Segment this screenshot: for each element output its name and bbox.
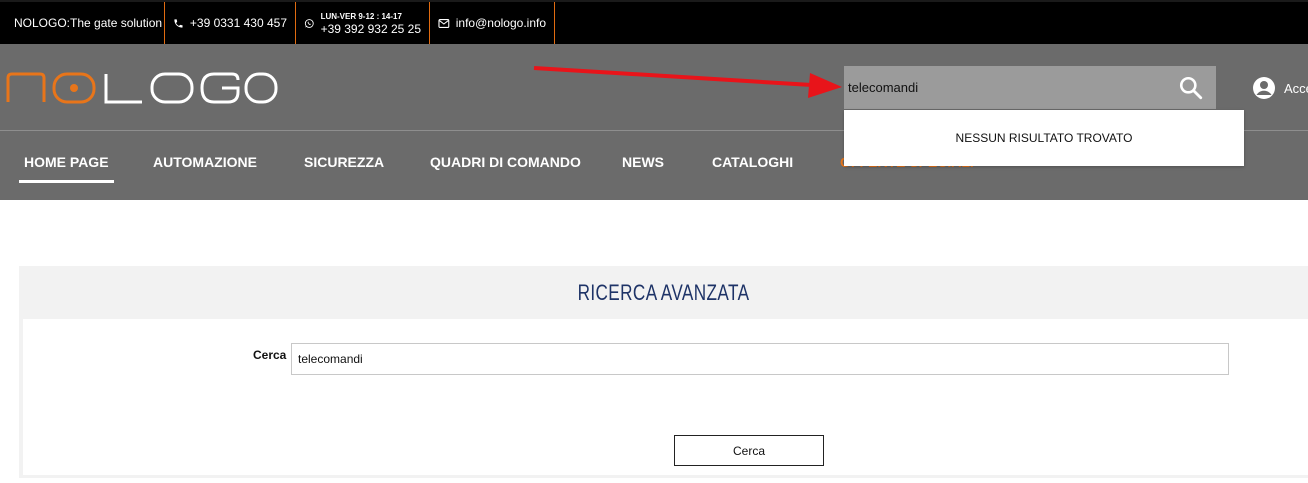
nav-automazione[interactable]: AUTOMAZIONE <box>153 144 257 180</box>
phone-number: +39 0331 430 457 <box>189 16 287 30</box>
phone-icon <box>174 18 183 28</box>
nav-cataloghi[interactable]: CATALOGHI <box>712 144 793 180</box>
advanced-search-section: RICERCA AVANZATA Cerca Cerca <box>19 266 1308 478</box>
whatsapp-icon <box>304 18 314 28</box>
account-link[interactable]: Acce <box>1252 76 1308 100</box>
nav-sicurezza[interactable]: SICUREZZA <box>304 144 384 180</box>
search-field-label: Cerca <box>253 348 287 362</box>
account-label: Acce <box>1284 80 1308 96</box>
email-contact[interactable]: info@nologo.info <box>430 2 555 44</box>
whatsapp-number: +39 392 932 25 25 <box>320 22 421 36</box>
email-address: info@nologo.info <box>455 16 546 30</box>
search-input[interactable] <box>844 66 1164 109</box>
user-icon <box>1253 77 1275 99</box>
mail-icon <box>438 18 450 28</box>
phone-contact[interactable]: +39 0331 430 457 <box>165 2 296 44</box>
logo-wordmark <box>6 72 278 104</box>
no-results-message: NESSUN RISULTATO TROVATO <box>955 131 1133 145</box>
tagline: NOLOGO:The gate solution <box>0 2 165 44</box>
nav-quadri-di-comando[interactable]: QUADRI DI COMANDO <box>430 144 581 180</box>
whatsapp-contact[interactable]: LUN-VER 9-12 : 14-17 +39 392 932 25 25 <box>296 2 430 44</box>
header-search[interactable] <box>844 66 1216 109</box>
tagline-text: NOLOGO:The gate solution <box>14 16 163 30</box>
red-arrow-annotation <box>533 66 842 98</box>
nologo-logo[interactable] <box>6 72 278 109</box>
search-icon[interactable] <box>1178 75 1204 106</box>
nav-home-page[interactable]: HOME PAGE <box>19 144 114 183</box>
advanced-search-panel: Cerca Cerca <box>23 319 1308 475</box>
top-contact-bar: NOLOGO:The gate solution +39 0331 430 45… <box>0 0 1308 44</box>
search-button[interactable]: Cerca <box>674 435 824 466</box>
search-results-dropdown: NESSUN RISULTATO TROVATO <box>844 110 1244 166</box>
advanced-search-title: RICERCA AVANZATA <box>577 280 750 305</box>
nav-news[interactable]: NEWS <box>622 144 664 180</box>
advanced-search-input[interactable] <box>291 343 1229 375</box>
